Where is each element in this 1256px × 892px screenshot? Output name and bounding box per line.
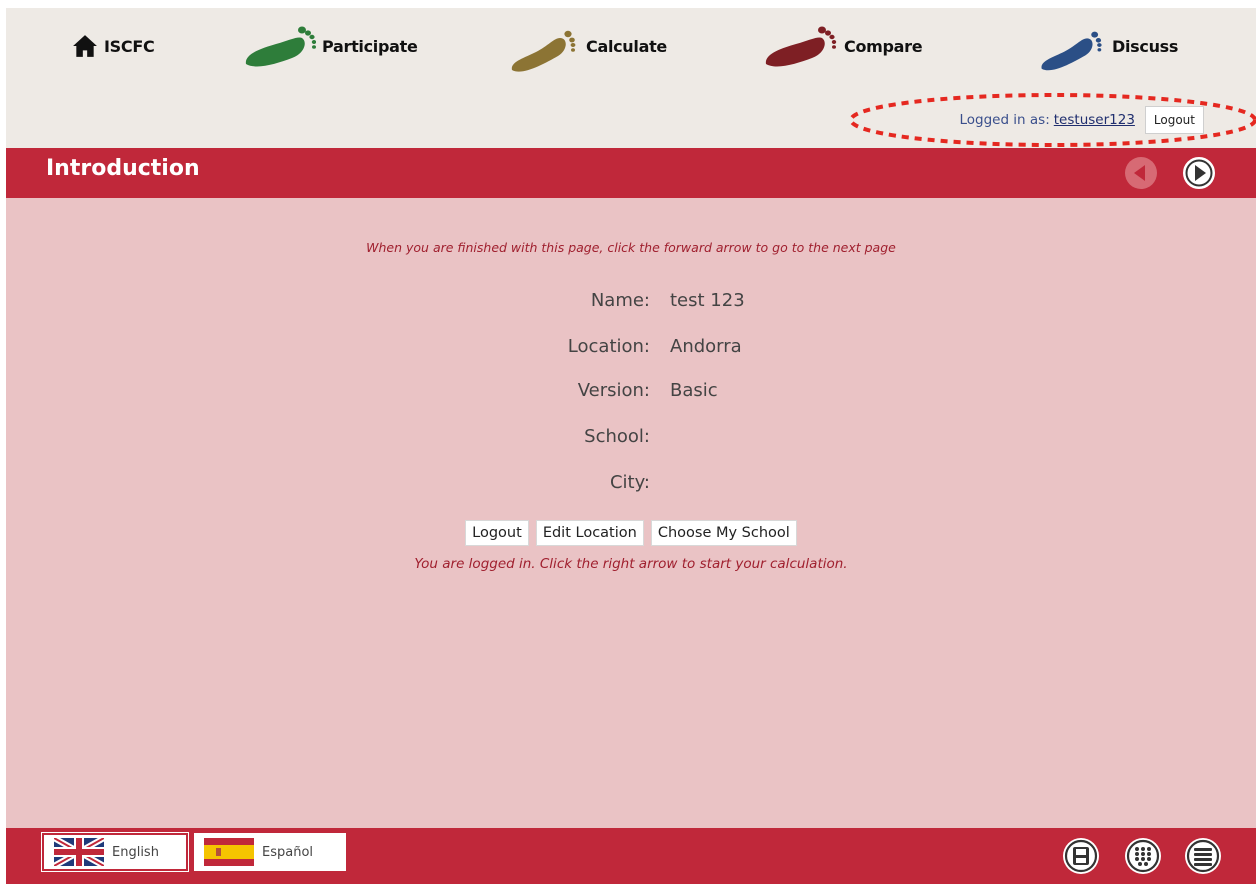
nav-compare-label: Compare bbox=[844, 36, 923, 56]
nav-calculate[interactable]: Calculate bbox=[506, 24, 667, 72]
spain-flag-icon bbox=[204, 838, 254, 866]
instruction-text: When you are finished with this page, cl… bbox=[366, 240, 896, 255]
main-content: When you are finished with this page, cl… bbox=[6, 198, 1256, 828]
choose-school-button[interactable]: Choose My School bbox=[650, 520, 797, 546]
field-row-city: City: bbox=[6, 472, 1256, 500]
page-title: Introduction bbox=[46, 156, 200, 181]
forward-arrow-icon[interactable] bbox=[1182, 156, 1216, 190]
uk-flag-icon bbox=[54, 838, 104, 866]
logout-button[interactable]: Logout bbox=[465, 520, 529, 546]
field-label: Location: bbox=[567, 336, 650, 357]
nav-discuss[interactable]: Discuss bbox=[1036, 24, 1179, 71]
app-frame: ISCFC Participate Calculate Compare Disc… bbox=[6, 8, 1256, 884]
home-icon bbox=[73, 35, 97, 57]
nav-discuss-label: Discuss bbox=[1112, 36, 1179, 56]
footprint-icon bbox=[242, 24, 316, 68]
field-label: Name: bbox=[590, 290, 650, 311]
edit-location-button[interactable]: Edit Location bbox=[535, 520, 644, 546]
footer-bar: English Español bbox=[6, 828, 1256, 884]
footprint-icon bbox=[762, 24, 838, 68]
language-spanish[interactable]: Español bbox=[194, 833, 346, 871]
login-username-link[interactable]: testuser123 bbox=[1054, 112, 1135, 128]
field-label: Version: bbox=[577, 380, 650, 401]
footprint-icon bbox=[506, 18, 580, 74]
nav-home[interactable]: ISCFC bbox=[72, 24, 155, 68]
language-english[interactable]: English bbox=[42, 833, 188, 871]
field-value: test 123 bbox=[670, 290, 745, 311]
nav-participate-label: Participate bbox=[322, 36, 418, 56]
field-label: City: bbox=[609, 472, 650, 493]
status-message: You are logged in. Click the right arrow… bbox=[414, 556, 848, 572]
footprint-icon bbox=[1036, 18, 1106, 74]
nav-home-label: ISCFC bbox=[104, 36, 155, 56]
language-spanish-label: Español bbox=[262, 844, 314, 860]
login-status: Logged in as: testuser123 Logout bbox=[959, 106, 1204, 134]
field-value: Basic bbox=[670, 380, 718, 401]
back-arrow-icon[interactable] bbox=[1124, 156, 1158, 190]
list-icon[interactable] bbox=[1184, 837, 1222, 875]
nav-compare[interactable]: Compare bbox=[762, 24, 923, 68]
field-row-name: Name: test 123 bbox=[6, 290, 1256, 318]
top-navigation: ISCFC Participate Calculate Compare Disc… bbox=[6, 8, 1256, 148]
grid-icon[interactable] bbox=[1124, 837, 1162, 875]
nav-calculate-label: Calculate bbox=[586, 36, 667, 56]
language-english-label: English bbox=[112, 844, 159, 860]
field-label: School: bbox=[584, 426, 650, 447]
nav-participate[interactable]: Participate bbox=[242, 24, 418, 68]
field-value: Andorra bbox=[670, 336, 742, 357]
field-row-location: Location: Andorra bbox=[6, 336, 1256, 364]
save-icon[interactable] bbox=[1062, 837, 1100, 875]
login-prefix: Logged in as: bbox=[959, 112, 1050, 128]
header-logout-button[interactable]: Logout bbox=[1144, 106, 1204, 134]
field-row-version: Version: Basic bbox=[6, 380, 1256, 408]
page-header-bar: Introduction bbox=[6, 148, 1256, 198]
field-row-school: School: bbox=[6, 426, 1256, 454]
action-buttons: Logout Edit Location Choose My School bbox=[6, 520, 1256, 546]
